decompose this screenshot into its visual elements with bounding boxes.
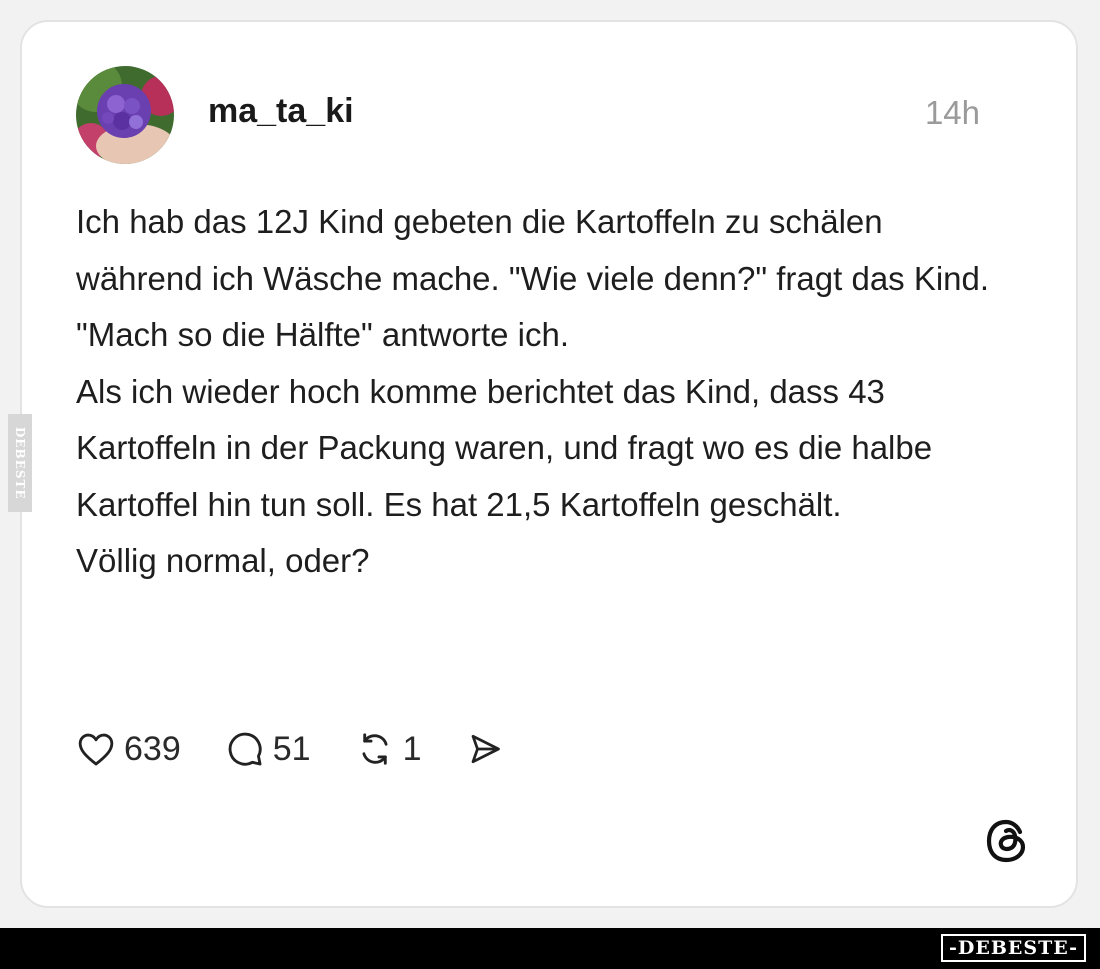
threads-logo-icon bbox=[982, 816, 1032, 866]
username[interactable]: ma_ta_ki bbox=[208, 92, 354, 131]
post-paragraph: Völlig normal, oder? bbox=[76, 542, 370, 579]
share-button[interactable] bbox=[465, 729, 505, 769]
post-paragraph: Als ich wieder hoch komme berichtet das … bbox=[76, 372, 933, 523]
side-watermark: DEBESTE bbox=[8, 414, 32, 512]
heart-icon bbox=[76, 729, 116, 769]
repost-count: 1 bbox=[402, 729, 422, 768]
repost-button[interactable]: 1 bbox=[355, 729, 422, 769]
avatar-image bbox=[76, 66, 174, 164]
send-icon bbox=[465, 729, 505, 769]
like-button[interactable]: 639 bbox=[76, 729, 181, 769]
like-count: 639 bbox=[124, 729, 181, 768]
comment-button[interactable]: 51 bbox=[225, 729, 311, 769]
side-watermark-text: DEBESTE bbox=[13, 426, 27, 500]
repost-icon bbox=[355, 729, 395, 769]
post-card: ma_ta_ki 14h Ich hab das 12J Kind gebete… bbox=[20, 20, 1078, 908]
post-timestamp: 14h bbox=[924, 94, 980, 131]
post-actions: 639 51 1 bbox=[76, 724, 549, 774]
comment-count: 51 bbox=[272, 729, 311, 768]
brand-badge: -DEBESTE- bbox=[941, 934, 1086, 962]
post-body: Ich hab das 12J Kind gebeten die Kartoff… bbox=[76, 194, 1016, 590]
comment-bubble-icon bbox=[225, 729, 265, 769]
post-paragraph: Ich hab das 12J Kind gebeten die Kartoff… bbox=[76, 203, 990, 353]
avatar[interactable] bbox=[76, 66, 174, 164]
footer-bar: -DEBESTE- bbox=[0, 928, 1100, 969]
